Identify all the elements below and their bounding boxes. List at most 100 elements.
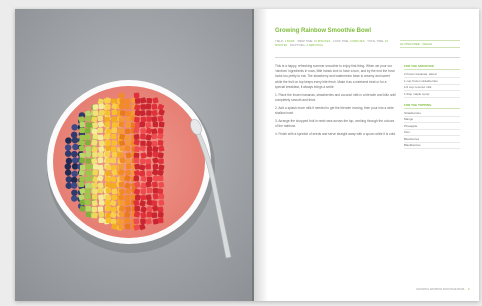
recipe-title: Growing Rainbow Smoothie Bowl [275,28,371,34]
fruit-piece [84,188,91,194]
method-step: 2. Add a splash more milk if needed to g… [275,106,394,116]
fruit-piece [97,187,104,194]
fruit-piece [151,200,158,207]
fruit-piece [97,115,104,122]
fruit-piece [64,144,72,151]
fruit-piece [133,175,140,182]
fruit-piece [125,200,131,206]
meta-label: Cook time: [332,40,350,43]
meta-value: 10 minutes [314,40,331,43]
fruit-piece [85,146,92,153]
fruit-piece [133,92,140,99]
fruit-piece [110,157,117,164]
fruit-piece [118,223,125,230]
fruit-piece [79,121,86,128]
fruit-piece [111,140,118,146]
ingredients-column: For the smoothie 2 frozen bananas, slice… [404,64,460,149]
fruit-piece [152,121,159,128]
ingredient-item: 1 tbsp maple syrup [404,91,460,98]
fruit-piece [70,195,78,202]
fruit-piece [133,218,140,225]
fruit-piece [97,157,104,164]
fruit-piece [111,127,118,134]
fruit-piece [157,152,164,159]
fruit-topping [64,92,165,231]
fruit-piece [133,152,140,159]
fruit-piece [125,152,132,159]
fruit-piece [105,139,111,146]
fruit-piece [125,110,132,117]
smoothie-bowl-illustration [15,9,254,301]
fruit-piece [111,116,118,123]
fruit-piece [64,169,72,176]
fruit-piece [119,110,126,117]
fruit-piece [104,121,111,128]
fruit-piece [152,146,159,153]
fruit-piece [134,205,140,212]
fruit-piece [97,206,104,212]
fruit-piece [111,109,118,116]
meta-label: Yield: [275,40,284,43]
fruit-piece [124,194,131,201]
fruit-piece [85,158,92,164]
fruit-piece [64,163,72,170]
fruit-piece [151,133,158,140]
fruit-piece [152,163,159,170]
fruit-piece [146,187,153,194]
fruit-piece [157,217,164,224]
fruit-piece [157,211,164,218]
fruit-piece [134,110,141,116]
fruit-piece [98,211,105,218]
fruit-piece [84,127,91,134]
fruit-piece [78,181,85,188]
fruit-piece [145,103,152,110]
fruit-piece [110,206,117,213]
fruit-piece [98,140,105,147]
fruit-piece [124,128,131,135]
fruit-piece [105,217,112,224]
fruit-piece [105,200,111,206]
fruit-piece [140,158,146,165]
fruit-piece [91,206,98,213]
fruit-piece [151,181,158,188]
fruit-piece [119,98,126,105]
fruit-piece [152,218,159,225]
fruit-piece [91,128,98,135]
fruit-piece [79,176,85,182]
meta-value: 0 minutes [349,40,365,43]
fruit-piece [125,206,132,213]
fruit-piece [111,133,117,140]
method-step: 3. Arrange the chopped fruit in neat row… [275,119,395,129]
fruit-piece [92,151,98,158]
fruit-piece [92,133,99,140]
fruit-piece [119,175,126,182]
fruit-piece [111,152,118,158]
footer-title: Growing Rainbow Smoothie Bowl [416,288,465,291]
fruit-piece [146,110,152,116]
fruit-piece [118,181,125,188]
fruit-piece [119,133,126,140]
recipe-meta: Yield: 1 bowl · Prep time: 10 minutes · … [275,40,388,47]
fruit-piece [91,194,98,200]
fruit-piece [134,98,141,104]
fruit-piece [146,176,153,183]
fruit-piece [91,212,98,219]
fruit-piece [98,109,105,116]
fruit-piece [140,188,146,195]
fruit-piece [125,169,131,176]
fruit-piece [119,200,126,207]
fruit-piece [140,128,146,134]
page-footer: Growing Rainbow Smoothie Bowl 9 [416,288,469,291]
fruit-piece [111,188,118,195]
fruit-piece [146,211,153,218]
fruit-piece [71,150,78,158]
fruit-piece [134,116,140,123]
fruit-piece [151,103,158,110]
recipe-tagline: Gluten-free · Vegan [400,40,460,48]
method-step: 4. Finish with a sprinkle of seeds and s… [275,132,396,137]
fruit-piece [91,116,98,123]
fruit-piece [71,124,78,131]
fruit-piece [133,211,140,218]
fruit-piece [65,137,72,144]
topping-item: Blackberries [404,143,460,149]
